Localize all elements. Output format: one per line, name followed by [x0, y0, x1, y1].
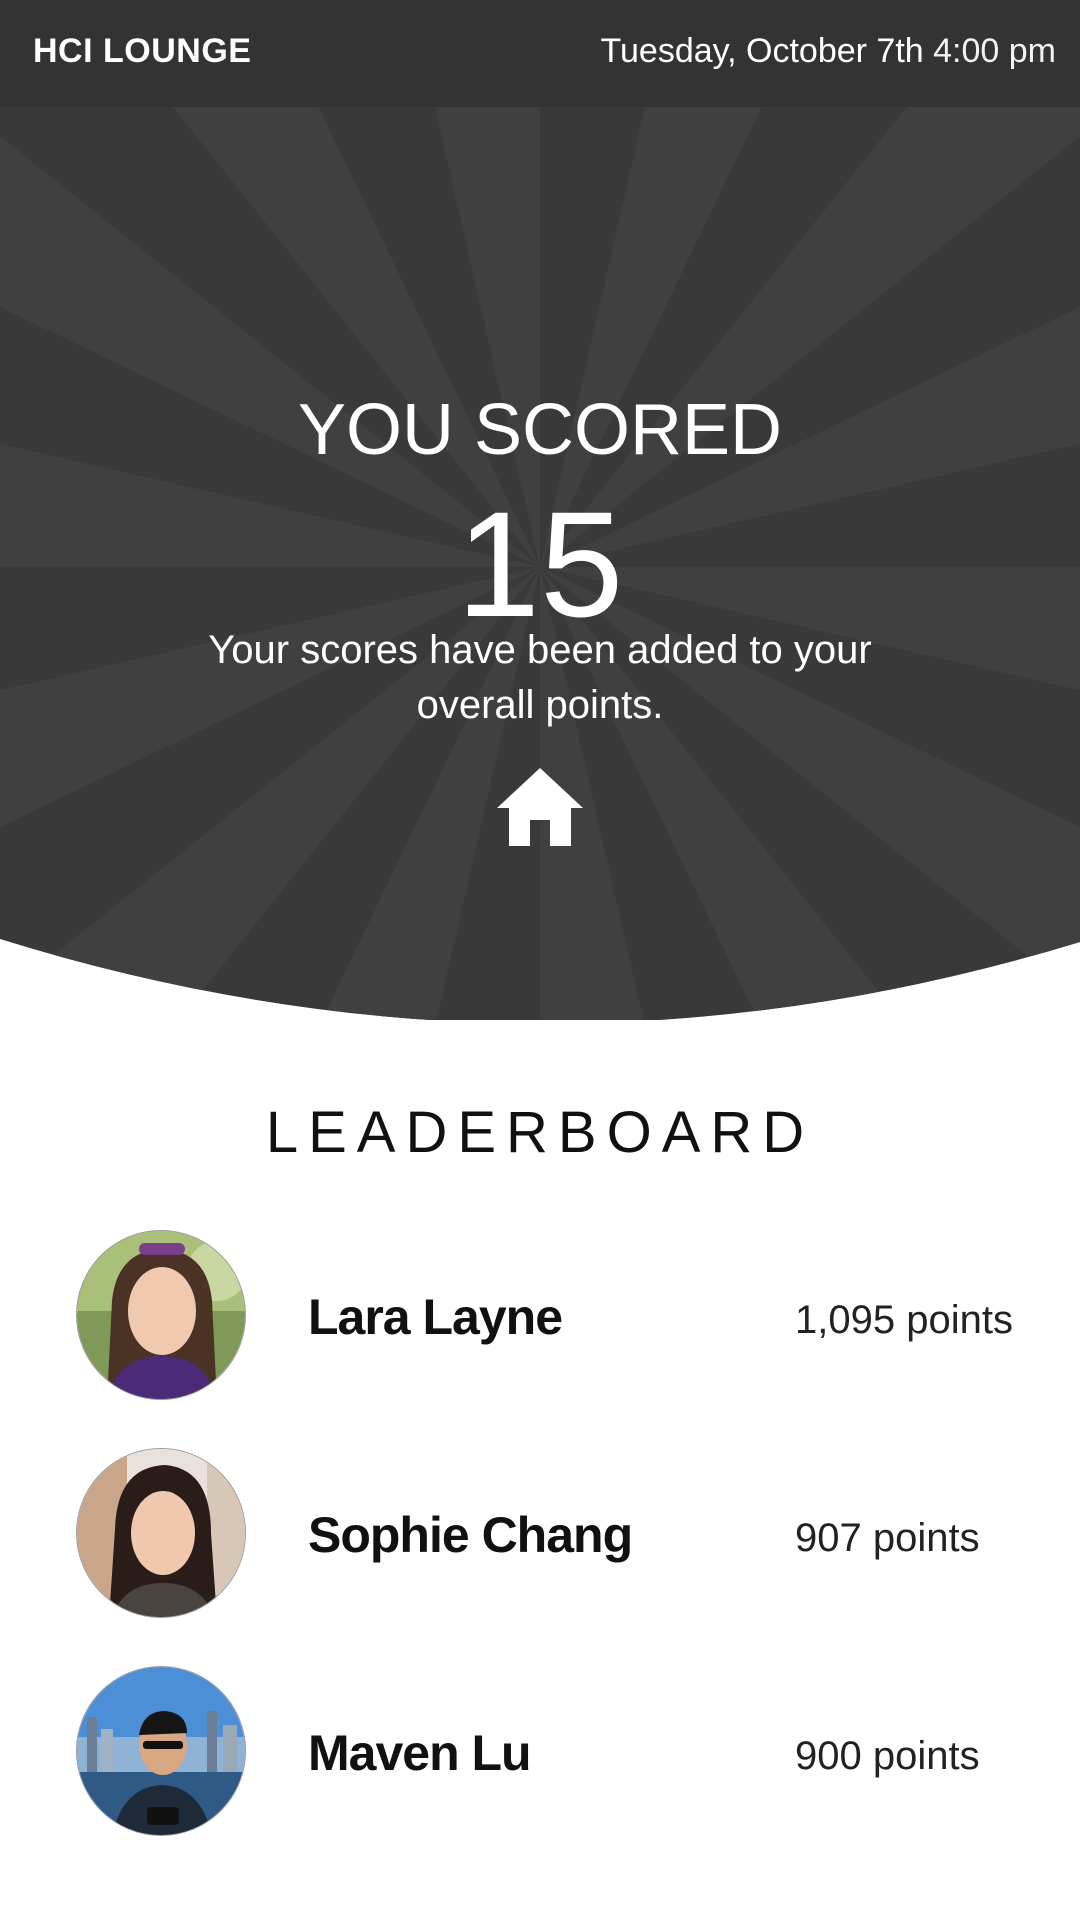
leaderboard-row[interactable]: Lara Layne 1,095 points [0, 1230, 1080, 1402]
player-name: Sophie Chang [308, 1507, 633, 1563]
date-label: Tuesday, October 7th [600, 32, 924, 70]
player-name: Lara Layne [308, 1289, 563, 1345]
avatar [76, 1666, 246, 1836]
time-label: 4:00 pm [933, 32, 1056, 70]
player-points: 900 points [795, 1734, 980, 1778]
leaderboard-title: LEADERBOARD [265, 1100, 815, 1165]
player-points: 907 points [795, 1516, 980, 1560]
player-points: 1,095 points [795, 1298, 1013, 1342]
score-screen: HCI LOUNGE Tuesday, October 7th 4:00 pm … [0, 0, 1080, 1920]
brand-label: HCI LOUNGE [33, 32, 252, 70]
leaderboard-row[interactable]: Maven Lu 900 points [0, 1666, 1080, 1838]
avatar [76, 1230, 246, 1400]
datetime: Tuesday, October 7th 4:00 pm [601, 30, 1056, 72]
score-message: Your scores have been added to your over… [208, 628, 872, 727]
home-button[interactable] [493, 764, 587, 848]
avatar [76, 1448, 246, 1618]
score-heading: YOU SCORED [297, 390, 783, 470]
player-name: Maven Lu [308, 1725, 532, 1781]
top-bar: HCI LOUNGE Tuesday, October 7th 4:00 pm [0, 0, 1080, 107]
home-icon [497, 768, 583, 846]
leaderboard-row[interactable]: Sophie Chang 907 points [0, 1448, 1080, 1620]
score-panel: YOU SCORED 15 Your scores have been adde… [0, 107, 1080, 867]
